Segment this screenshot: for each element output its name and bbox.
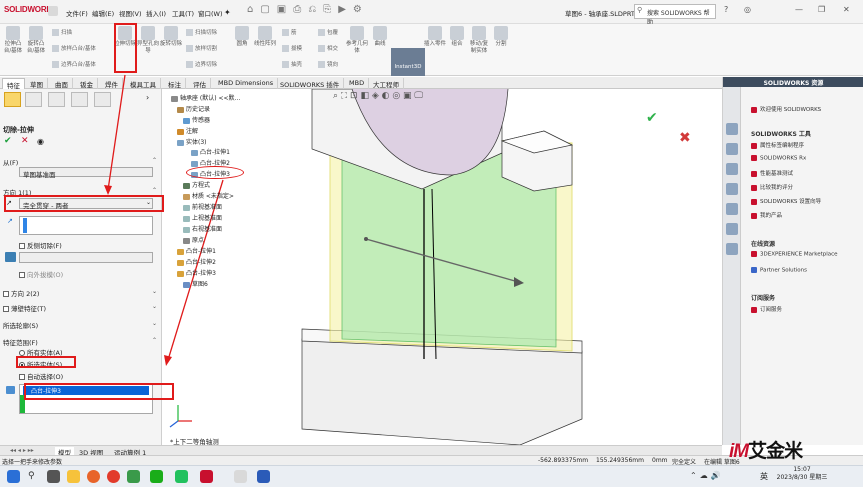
bottom-tabs: ◂◂ ◂ ▸ ▸▸ 模型 3D 视图 运动算例 1: [0, 445, 722, 457]
coord-x: -562.893375mm: [538, 457, 589, 464]
word-icon[interactable]: [257, 470, 270, 483]
home-tab-icon[interactable]: [726, 123, 738, 135]
confirm-corner-ok-icon[interactable]: ✔: [646, 110, 658, 126]
task-view-icon[interactable]: [47, 470, 60, 483]
windows-start-icon[interactable]: [7, 470, 20, 483]
firefox-icon[interactable]: [87, 470, 100, 483]
tool-item[interactable]: 比较我的评分: [751, 183, 793, 191]
tool-item[interactable]: 性能基准测试: [751, 169, 793, 177]
model-viewport[interactable]: [162, 89, 722, 445]
clock-time: 15:07: [793, 466, 811, 473]
tool-icon: [751, 155, 757, 161]
appearances-tab-icon[interactable]: [726, 203, 738, 215]
subscription-item[interactable]: 订阅服务: [751, 305, 782, 313]
search-icon[interactable]: ⚲: [28, 471, 35, 481]
chrome-icon[interactable]: [107, 470, 120, 483]
custom-properties-tab-icon[interactable]: [726, 223, 738, 235]
tool-item[interactable]: SOLIDWORKS Rx: [751, 155, 806, 162]
online-icon: [751, 251, 757, 257]
online-item[interactable]: 3DEXPERIENCE Marketplace: [751, 251, 838, 258]
view-palette-tab-icon[interactable]: [726, 183, 738, 195]
tool-icon: [751, 142, 757, 149]
coord-z: 0mm: [652, 457, 668, 464]
app-icon[interactable]: [234, 470, 247, 483]
tool-icon: [751, 184, 757, 191]
subscription-section-title: 订阅服务: [751, 295, 776, 302]
tool-item[interactable]: 属性标签编制程序: [751, 141, 804, 149]
subscription-icon: [751, 306, 757, 313]
online-item[interactable]: Partner Solutions: [751, 267, 807, 274]
watermark-logo: iM艾金米: [729, 441, 803, 462]
tools-section-title: SOLIDWORKS 工具: [751, 131, 811, 138]
system-tray[interactable]: ⌃☁🔊: [690, 471, 724, 480]
heads-up-toolbar[interactable]: ⌕ ⛶ ⊡ ◧ ◈ ◐ ◎ ▣ 🖵: [333, 91, 423, 105]
task-pane: SOLIDWORKS 资源 欢迎使用 SOLIDWORKS SOLIDWORKS…: [722, 77, 863, 445]
welcome-link[interactable]: 欢迎使用 SOLIDWORKS: [751, 105, 821, 113]
confirm-corner-cancel-icon[interactable]: ✖: [679, 130, 691, 146]
tool-item[interactable]: 我的产品: [751, 211, 782, 219]
file-explorer-icon[interactable]: [67, 470, 80, 483]
coord-y: 155.249356mm: [596, 457, 644, 464]
design-library-tab-icon[interactable]: [726, 143, 738, 155]
forum-tab-icon[interactable]: [726, 243, 738, 255]
wechat-icon[interactable]: [150, 470, 163, 483]
solidworks-taskbar-icon[interactable]: [200, 470, 213, 483]
clock[interactable]: 15:07 2023/8/30 星期三: [774, 466, 830, 482]
tool-icon: [751, 198, 757, 205]
online-icon: [751, 267, 757, 273]
tool-item[interactable]: SOLIDWORKS 设置向导: [751, 197, 821, 205]
input-language[interactable]: 英: [760, 471, 768, 482]
task-pane-tabs: [723, 87, 741, 445]
online-section-title: 在线资源: [751, 241, 776, 248]
tool-icon: [751, 170, 757, 177]
solidworks-icon: [751, 106, 757, 113]
windows-taskbar: ⚲ ⌃☁🔊 英: [0, 465, 863, 487]
nav-arrows-icon[interactable]: ◂◂ ◂ ▸ ▸▸: [10, 447, 34, 454]
task-pane-content: 欢迎使用 SOLIDWORKS SOLIDWORKS 工具 属性标签编制程序 S…: [743, 87, 863, 445]
chat-app-icon[interactable]: [175, 470, 188, 483]
app-icon[interactable]: [127, 470, 140, 483]
task-pane-header: SOLIDWORKS 资源: [723, 77, 863, 87]
clock-date: 2023/8/30 星期三: [776, 474, 828, 481]
tool-icon: [751, 212, 757, 219]
file-explorer-tab-icon[interactable]: [726, 163, 738, 175]
